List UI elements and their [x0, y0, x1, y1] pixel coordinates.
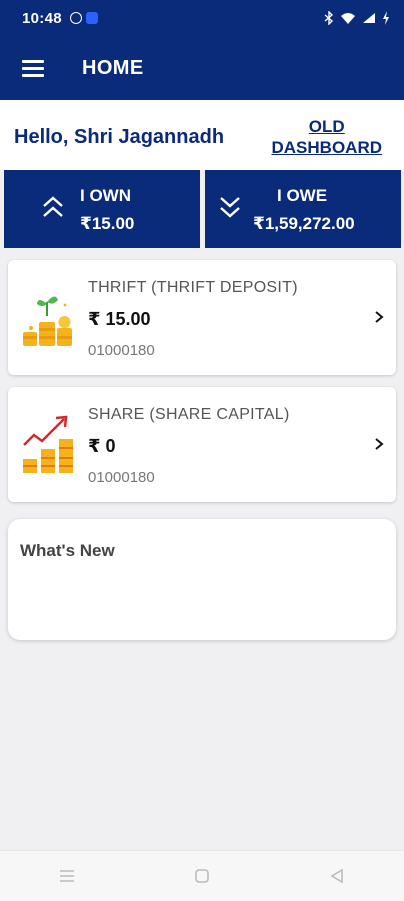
- greeting-text: Hello, Shri Jagannadh: [14, 126, 225, 148]
- thrift-account-card[interactable]: THRIFT (THRIFT DEPOSIT) ₹ 15.00 01000180: [8, 260, 396, 375]
- bluetooth-icon: [324, 11, 334, 25]
- share-account-card[interactable]: SHARE (SHARE CAPITAL) ₹ 0 01000180: [8, 387, 396, 502]
- app-notification-icon: [85, 12, 98, 24]
- wifi-icon: [341, 13, 355, 24]
- recent-apps-icon: [60, 870, 75, 882]
- double-chevron-up-icon: [43, 196, 63, 217]
- chevron-right-icon: [375, 311, 384, 323]
- i-owe-amount: ₹1,59,272.00: [253, 214, 355, 233]
- account-title: SHARE (SHARE CAPITAL): [88, 406, 290, 423]
- old-dashboard-line2: DASHBOARD: [271, 138, 383, 157]
- i-own-summary[interactable]: I OWN ₹15.00: [4, 170, 200, 248]
- system-nav-bar: [0, 850, 404, 901]
- app-bar: HOME: [0, 36, 404, 100]
- whats-new-heading: What's New: [20, 541, 115, 560]
- recent-apps-button[interactable]: [37, 856, 97, 896]
- home-square-icon: [195, 869, 209, 883]
- account-title: THRIFT (THRIFT DEPOSIT): [88, 279, 298, 296]
- double-chevron-down-icon: [220, 197, 240, 218]
- greeting-row: Hello, Shri Jagannadh OLD DASHBOARD: [0, 100, 404, 170]
- i-own-label: I OWN: [80, 186, 131, 205]
- i-own-amount: ₹15.00: [80, 214, 135, 233]
- signal-icon: [363, 13, 375, 23]
- page-title: HOME: [82, 56, 144, 79]
- coins-plant-icon: [23, 296, 72, 346]
- i-owe-summary[interactable]: I OWE ₹1,59,272.00: [205, 170, 401, 248]
- i-owe-label: I OWE: [277, 186, 328, 205]
- old-dashboard-link[interactable]: OLD DASHBOARD: [272, 116, 383, 158]
- home-button[interactable]: [172, 856, 232, 896]
- old-dashboard-line1: OLD: [308, 117, 345, 136]
- battery-icon: [383, 11, 389, 25]
- back-button[interactable]: [307, 856, 367, 896]
- account-amount: ₹ 15.00: [88, 309, 151, 329]
- account-amount: ₹ 0: [88, 436, 116, 456]
- account-number: 01000180: [88, 342, 155, 359]
- notification-icon: [69, 12, 82, 24]
- status-time: 10:48: [22, 9, 62, 27]
- system-icons: [324, 11, 390, 25]
- account-number: 01000180: [88, 469, 155, 486]
- back-triangle-icon: [330, 868, 343, 884]
- menu-icon[interactable]: [22, 59, 44, 77]
- notification-icons: [69, 12, 98, 24]
- status-bar: 10:48: [0, 0, 404, 36]
- growth-bars-icon: [23, 415, 73, 473]
- whats-new-panel: What's New: [8, 519, 396, 640]
- chevron-right-icon: [375, 438, 384, 450]
